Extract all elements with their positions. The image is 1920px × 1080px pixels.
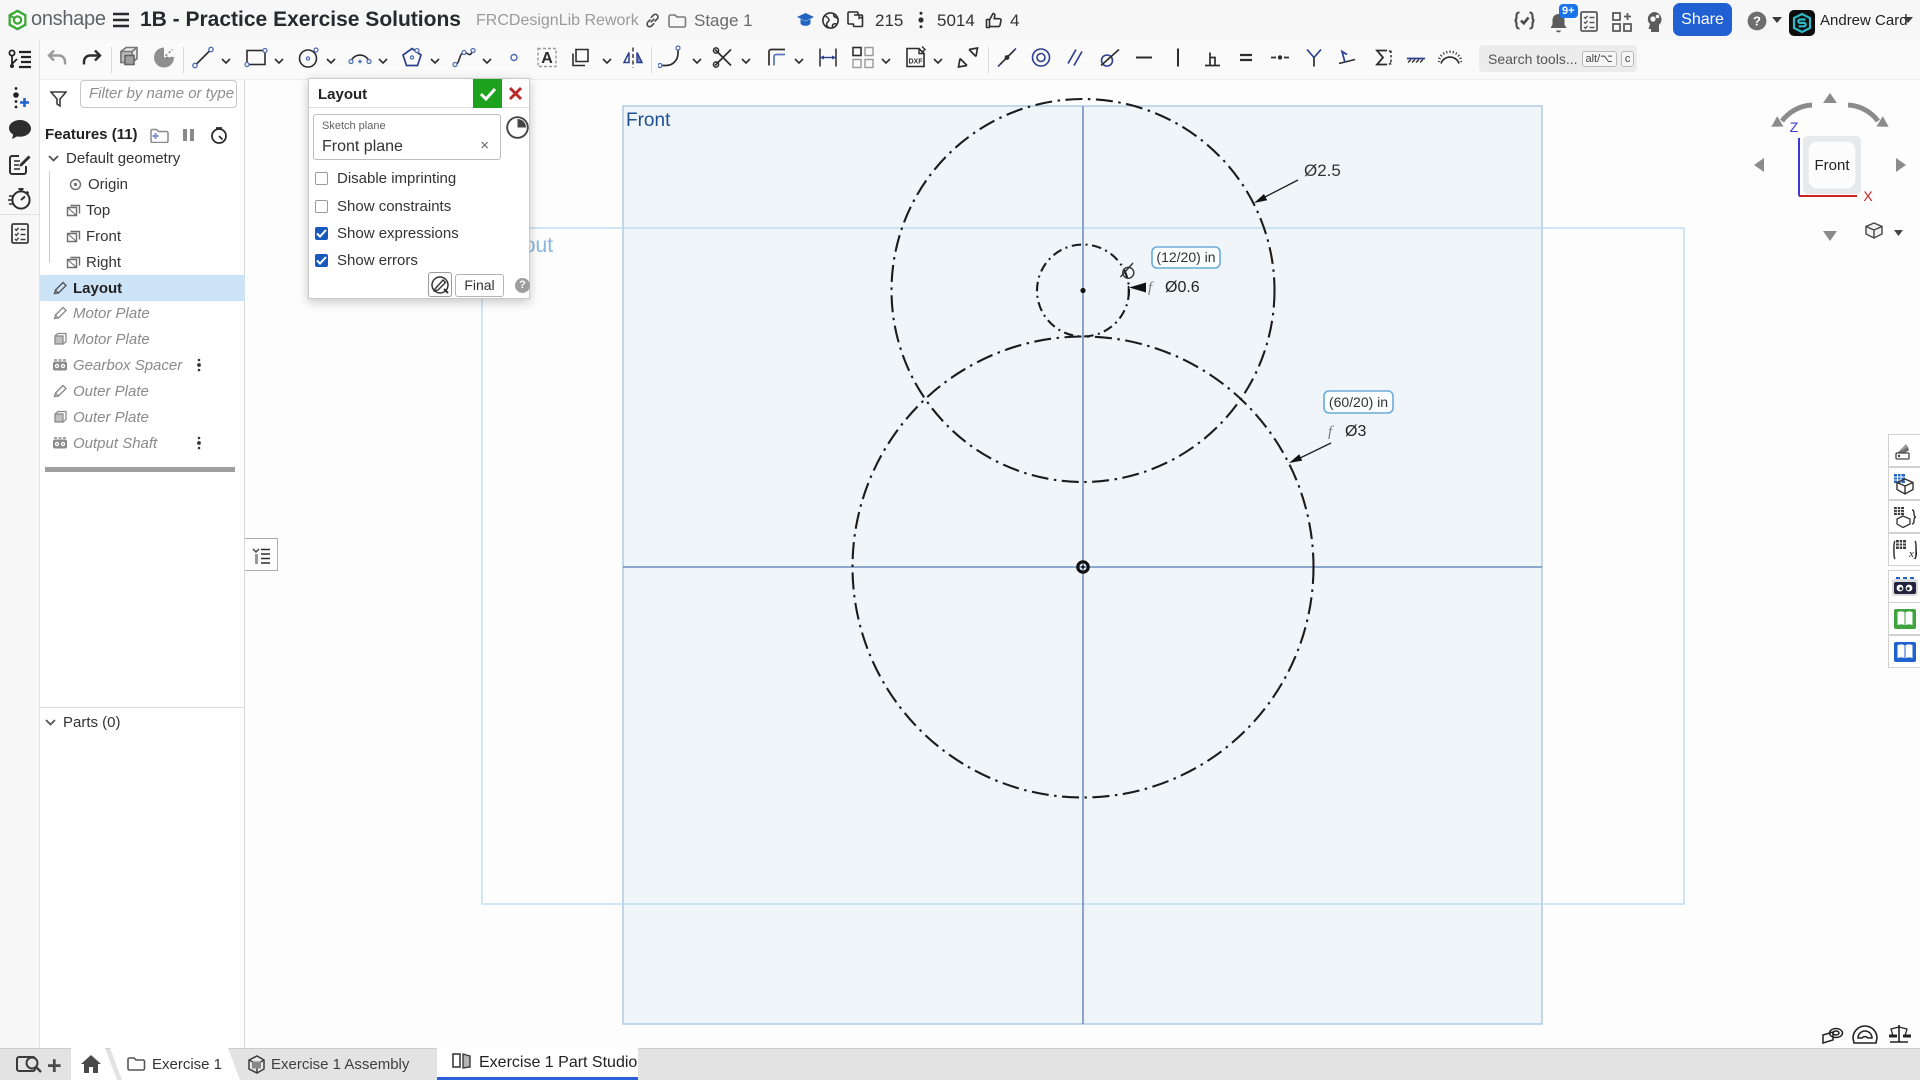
- svg-text:A: A: [541, 50, 553, 67]
- svg-text:(12/20) in: (12/20) in: [1156, 249, 1215, 265]
- svg-text:Ø3: Ø3: [1345, 423, 1366, 440]
- svg-text:Z: Z: [1790, 119, 1799, 135]
- svg-text:x): x): [1908, 548, 1917, 560]
- svg-text:DXF: DXF: [909, 58, 924, 65]
- svg-text:Front: Front: [1814, 157, 1850, 174]
- svg-text:Front: Front: [626, 110, 671, 131]
- svg-text:Ø0.6: Ø0.6: [1165, 279, 1200, 296]
- svg-text:(60/20) in: (60/20) in: [1329, 394, 1388, 410]
- svg-text:Ø2.5: Ø2.5: [1304, 161, 1341, 180]
- svg-text:?: ?: [1753, 14, 1761, 29]
- svg-text:X: X: [1863, 188, 1873, 204]
